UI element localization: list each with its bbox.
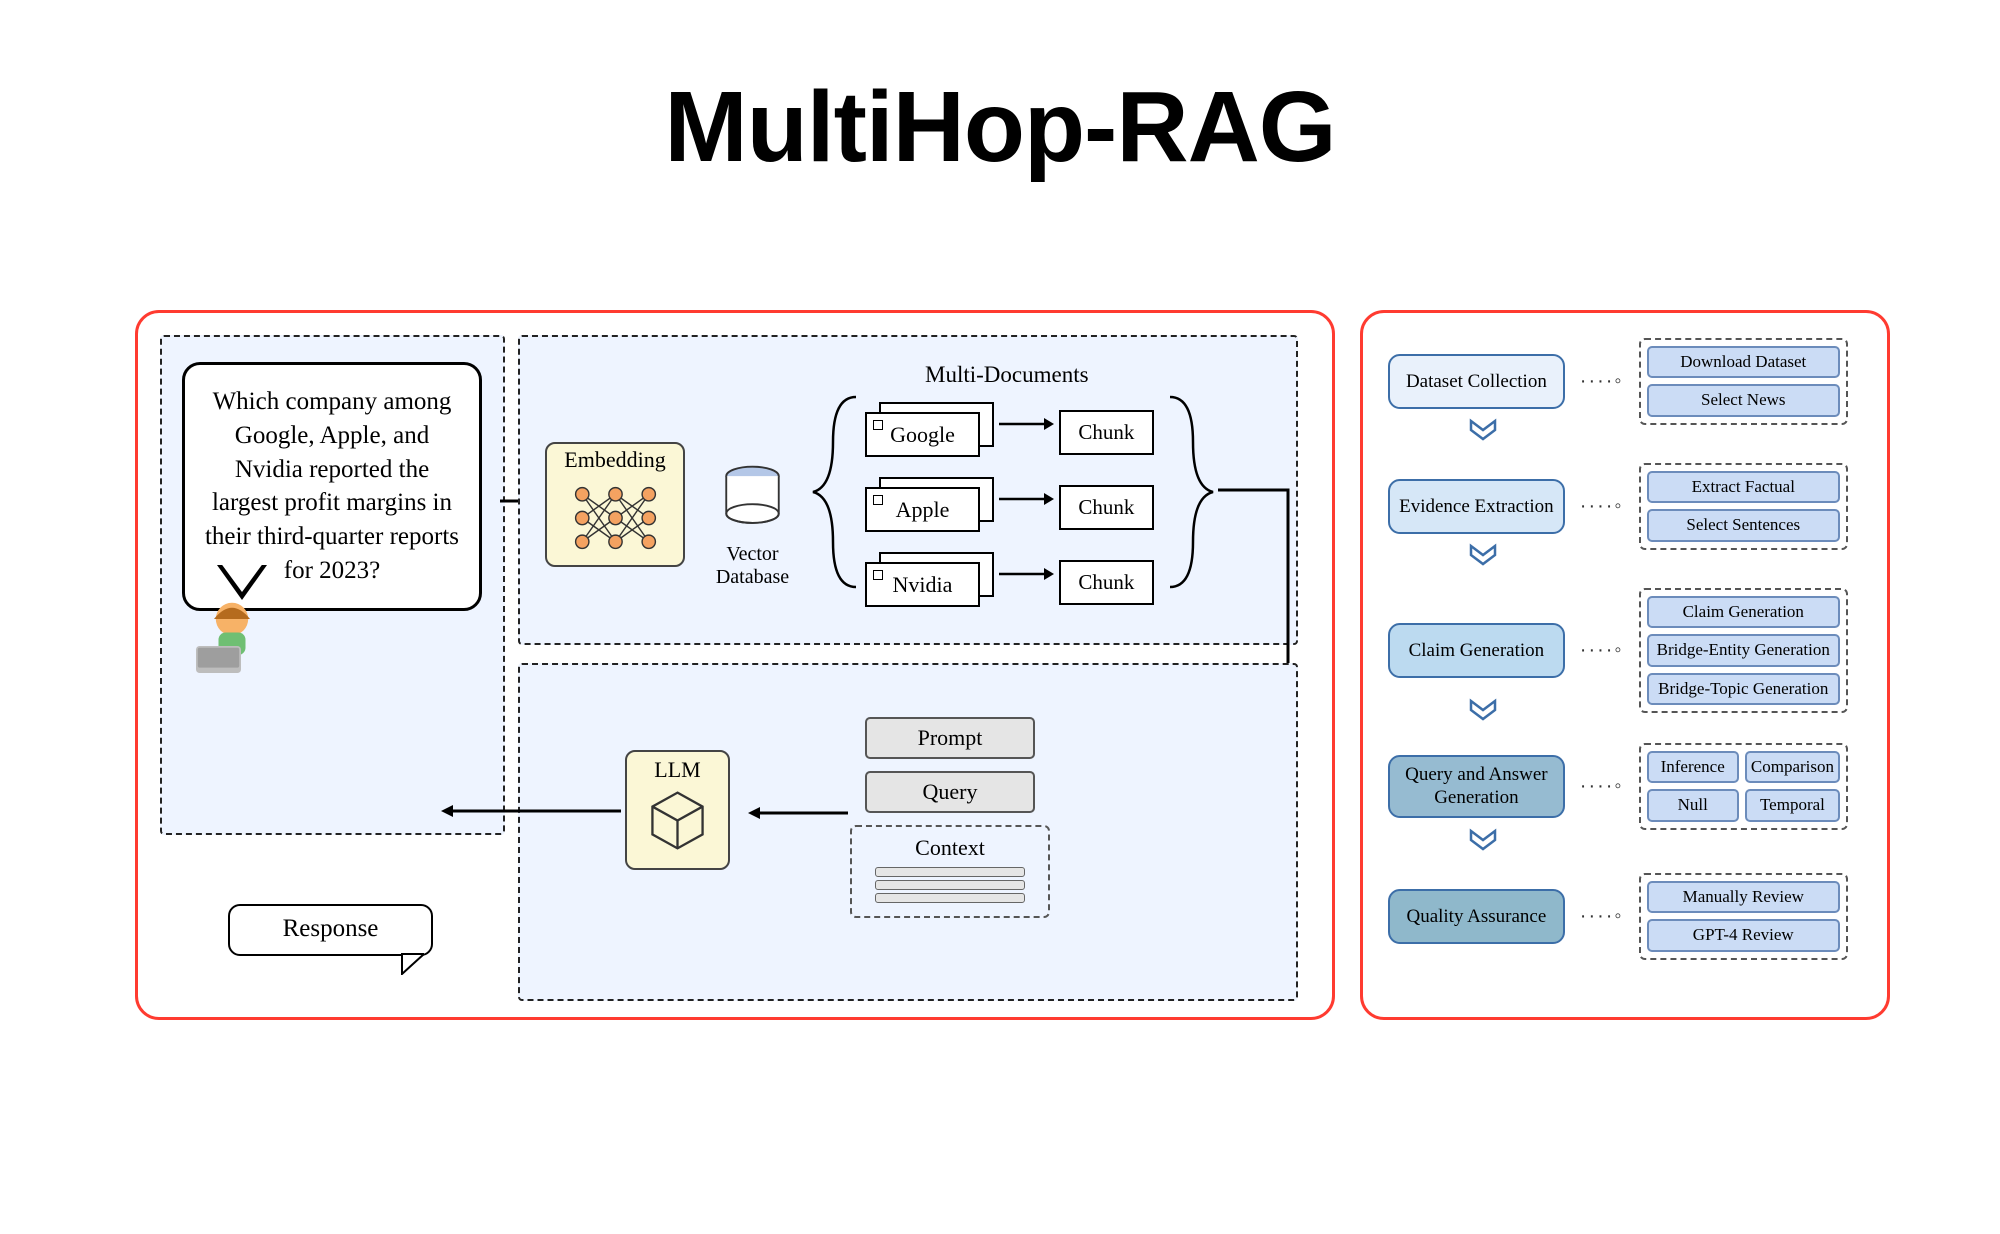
sub-item: Bridge-Entity Generation (1647, 634, 1840, 666)
chevron-down-icon (1468, 418, 1498, 443)
stage-box: Evidence Extraction (1388, 479, 1565, 534)
sub-item: Null (1647, 789, 1739, 821)
cube-icon (645, 788, 710, 853)
doc-name-nvidia: Nvidia (865, 562, 980, 607)
sub-item: Comparison (1745, 751, 1840, 783)
sub-item: Bridge-Topic Generation (1647, 673, 1840, 705)
stage-quality-assurance: Quality Assurance ····◦ Manually Review … (1388, 873, 1848, 960)
database-icon (715, 462, 790, 537)
context-line-icon (875, 893, 1025, 903)
prompt-box: Prompt (865, 717, 1035, 759)
stage-box: Quality Assurance (1388, 889, 1565, 944)
embedding-label: Embedding (564, 447, 665, 472)
vector-database: Vector Database (705, 462, 800, 589)
sub-group: Inference Comparison Null Temporal (1639, 743, 1848, 830)
diagram-title: MultiHop-RAG (0, 70, 2000, 185)
context-line-icon (875, 867, 1025, 877)
sub-item: GPT-4 Review (1647, 919, 1840, 951)
neural-network-icon (568, 478, 663, 558)
doc-name-google: Google (865, 412, 980, 457)
generation-section: LLM Prompt Query Context (518, 663, 1298, 1001)
sub-item: Temporal (1745, 789, 1840, 821)
stage-query-answer-generation: Query and Answer Generation ····◦ Infere… (1388, 743, 1848, 830)
stage-evidence-extraction: Evidence Extraction ····◦ Extract Factua… (1388, 463, 1848, 550)
arrow-doc-to-chunk-icon (999, 477, 1054, 532)
context-line-icon (875, 880, 1025, 890)
chunk-box: Chunk (1059, 560, 1154, 605)
query-input-section: Which company among Google, Apple, and N… (160, 335, 505, 835)
context-dashed-box: Context (850, 825, 1050, 918)
arrow-llm-to-response (441, 801, 621, 821)
response-box: Response (228, 904, 433, 956)
sub-group: Extract Factual Select Sentences (1639, 463, 1848, 550)
sub-group: Claim Generation Bridge-Entity Generatio… (1639, 588, 1848, 713)
sub-item: Select Sentences (1647, 509, 1840, 541)
sub-item: Claim Generation (1647, 596, 1840, 628)
rag-flow-panel: Which company among Google, Apple, and N… (135, 310, 1335, 1020)
context-label: Context (852, 835, 1048, 861)
vector-db-label: Vector Database (705, 543, 800, 589)
chevron-down-icon (1468, 698, 1498, 723)
stage-claim-generation: Claim Generation ····◦ Claim Generation … (1388, 588, 1848, 713)
llm-label: LLM (654, 757, 700, 782)
user-avatar-icon (187, 592, 277, 682)
sub-item: Extract Factual (1647, 471, 1840, 503)
doc-name-apple: Apple (865, 487, 980, 532)
connector-dots-icon: ····◦ (1580, 495, 1624, 518)
document-nvidia: Nvidia Chunk (865, 552, 1154, 607)
sub-group: Download Dataset Select News (1639, 338, 1848, 425)
pipeline-panel: Dataset Collection ····◦ Download Datase… (1360, 310, 1890, 1020)
sub-item: Download Dataset (1647, 346, 1840, 378)
chunk-box: Chunk (1059, 410, 1154, 455)
connector-dots-icon: ····◦ (1580, 905, 1624, 928)
embedding-box: Embedding (545, 442, 685, 567)
stage-box: Dataset Collection (1388, 354, 1565, 409)
sub-group: Manually Review GPT-4 Review (1639, 873, 1848, 960)
connector-dots-icon: ····◦ (1580, 639, 1624, 662)
stage-box: Query and Answer Generation (1388, 755, 1565, 819)
sub-item: Manually Review (1647, 881, 1840, 913)
sub-item: Select News (1647, 384, 1840, 416)
query-box: Query (865, 771, 1035, 813)
stage-dataset-collection: Dataset Collection ····◦ Download Datase… (1388, 338, 1848, 425)
chunk-box: Chunk (1059, 485, 1154, 530)
sub-item: Inference (1647, 751, 1739, 783)
document-apple: Apple Chunk (865, 477, 1154, 532)
chevron-down-icon (1468, 543, 1498, 568)
arrow-doc-to-chunk-icon (999, 402, 1054, 457)
arrow-doc-to-chunk-icon (999, 552, 1054, 607)
chevron-down-icon (1468, 828, 1498, 853)
speech-tail-small-icon (400, 953, 424, 980)
connector-dots-icon: ····◦ (1580, 775, 1624, 798)
curly-brace-left-icon (808, 392, 858, 592)
curly-brace-right-icon (1168, 392, 1218, 592)
connector-dots-icon: ····◦ (1580, 370, 1624, 393)
context-group: Prompt Query Context (845, 705, 1055, 960)
arrow-context-to-llm (748, 803, 848, 823)
stage-box: Claim Generation (1388, 623, 1565, 678)
document-google: Google Chunk (865, 402, 1154, 457)
multi-documents-label: Multi-Documents (925, 362, 1089, 388)
retrieval-section: Embedding V (518, 335, 1298, 645)
llm-box: LLM (625, 750, 730, 870)
